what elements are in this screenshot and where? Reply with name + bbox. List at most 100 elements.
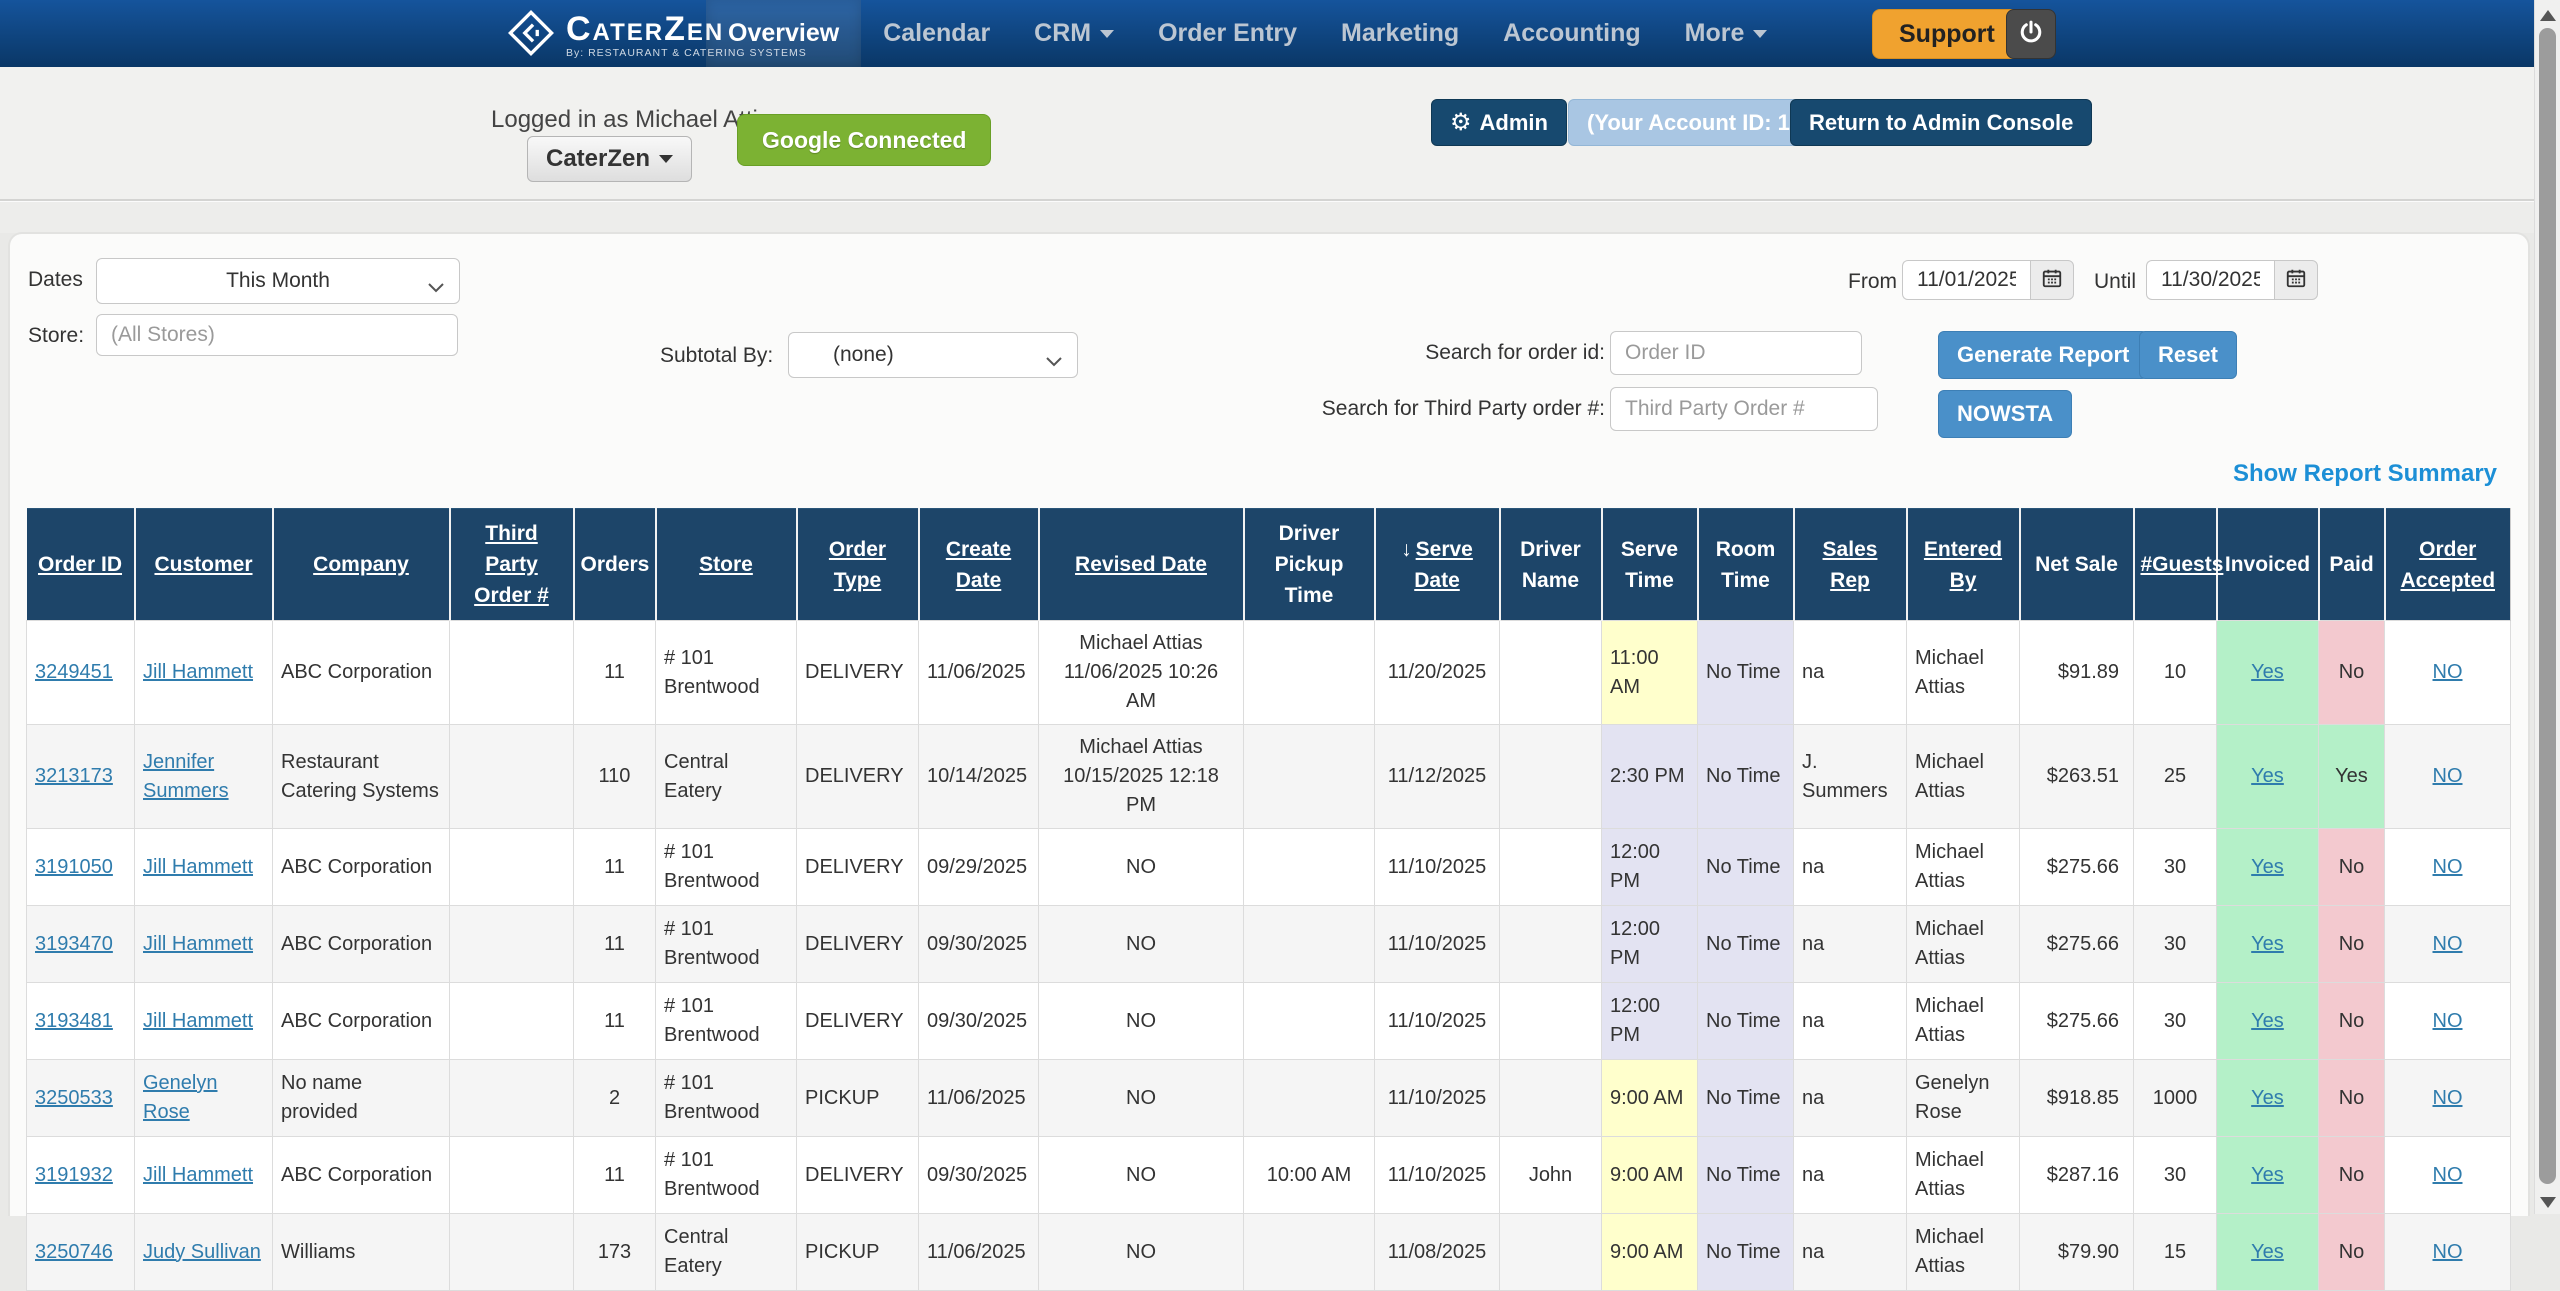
nav-item-accounting[interactable]: Accounting: [1481, 0, 1663, 67]
invoiced-link[interactable]: Yes: [2251, 1164, 2284, 1186]
sort-link-sales_rep[interactable]: Sales Rep: [1823, 538, 1878, 592]
nowsta-button[interactable]: NOWSTA: [1938, 390, 2072, 438]
cell-invoiced: Yes: [2217, 725, 2319, 829]
order-id-search-input[interactable]: [1610, 331, 1862, 375]
sort-desc-icon: ↓: [1401, 534, 1412, 565]
invoiced-link[interactable]: Yes: [2251, 1087, 2284, 1109]
order-id-link[interactable]: 3191050: [35, 856, 113, 878]
order-accepted-link[interactable]: NO: [2433, 1241, 2463, 1263]
show-report-summary-link[interactable]: Show Report Summary: [2233, 460, 2497, 488]
return-admin-console-button[interactable]: Return to Admin Console: [1790, 99, 2092, 146]
col-header-store[interactable]: Store: [656, 509, 797, 621]
order-accepted-link[interactable]: NO: [2433, 661, 2463, 683]
third-party-search-input[interactable]: [1610, 387, 1878, 431]
cell-create_date: 11/06/2025: [919, 1060, 1039, 1137]
sort-link-third_party[interactable]: Third Party Order #: [474, 522, 549, 607]
logout-power-button[interactable]: [2006, 9, 2056, 59]
order-accepted-link[interactable]: NO: [2433, 1164, 2463, 1186]
scroll-up-arrow-icon[interactable]: [2540, 10, 2556, 21]
order-accepted-link[interactable]: NO: [2433, 1087, 2463, 1109]
cell-order_id: 3213173: [27, 725, 135, 829]
order-id-link[interactable]: 3250533: [35, 1087, 113, 1109]
sort-link-accepted[interactable]: Order Accepted: [2400, 538, 2495, 592]
invoiced-link[interactable]: Yes: [2251, 661, 2284, 683]
sort-link-store[interactable]: Store: [699, 553, 753, 576]
reset-button[interactable]: Reset: [2139, 331, 2237, 379]
nav-item-more[interactable]: More: [1663, 0, 1790, 67]
order-accepted-link[interactable]: NO: [2433, 856, 2463, 878]
nav-item-order-entry[interactable]: Order Entry: [1136, 0, 1319, 67]
until-date-input[interactable]: [2146, 260, 2274, 300]
nav-item-overview[interactable]: Overview: [706, 0, 861, 67]
scroll-down-arrow-icon[interactable]: [2540, 1197, 2556, 1208]
col-header-guests[interactable]: #Guests: [2134, 509, 2217, 621]
col-header-third_party[interactable]: Third Party Order #: [450, 509, 574, 621]
customer-link[interactable]: Jill Hammett: [143, 661, 253, 683]
sort-link-guests[interactable]: #Guests: [2141, 553, 2224, 576]
cell-create_date: 09/29/2025: [919, 829, 1039, 906]
cell-third_party: [450, 829, 574, 906]
order-id-link[interactable]: 3191932: [35, 1164, 113, 1186]
sort-link-customer[interactable]: Customer: [154, 553, 252, 576]
invoiced-link[interactable]: Yes: [2251, 1010, 2284, 1032]
col-header-order_id[interactable]: Order ID: [27, 509, 135, 621]
store-input[interactable]: [96, 314, 458, 356]
dates-select[interactable]: This Month: [96, 258, 460, 304]
col-header-revised[interactable]: Revised Date: [1039, 509, 1244, 621]
cell-paid: Yes: [2319, 725, 2385, 829]
invoiced-link[interactable]: Yes: [2251, 1241, 2284, 1263]
sort-link-company[interactable]: Company: [313, 553, 409, 576]
col-header-serve_date[interactable]: ↓Serve Date: [1375, 509, 1500, 621]
subtotal-by-select[interactable]: (none): [788, 332, 1078, 378]
col-header-order_type[interactable]: Order Type: [797, 509, 919, 621]
sort-link-entered_by[interactable]: Entered By: [1924, 538, 2002, 592]
caterzen-dropdown-button[interactable]: CaterZen: [527, 136, 692, 182]
col-header-sales_rep[interactable]: Sales Rep: [1794, 509, 1907, 621]
cell-create_date: 11/06/2025: [919, 1214, 1039, 1291]
from-calendar-button[interactable]: [2030, 260, 2074, 300]
cell-create_date: 10/14/2025: [919, 725, 1039, 829]
order-accepted-link[interactable]: NO: [2433, 765, 2463, 787]
customer-link[interactable]: Judy Sullivan: [143, 1241, 261, 1263]
col-header-customer[interactable]: Customer: [135, 509, 273, 621]
sort-link-serve_date[interactable]: Serve Date: [1414, 538, 1473, 592]
nav-item-marketing[interactable]: Marketing: [1319, 0, 1481, 67]
customer-link[interactable]: Jill Hammett: [143, 1164, 253, 1186]
cell-orders: 11: [574, 829, 656, 906]
customer-link[interactable]: Jill Hammett: [143, 933, 253, 955]
nav-menu: Overview Calendar CRM Order Entry Market…: [706, 0, 1789, 67]
col-header-create_date[interactable]: Create Date: [919, 509, 1039, 621]
order-id-link[interactable]: 3193470: [35, 933, 113, 955]
order-accepted-link[interactable]: NO: [2433, 933, 2463, 955]
order-id-link[interactable]: 3250746: [35, 1241, 113, 1263]
col-header-entered_by[interactable]: Entered By: [1907, 509, 2020, 621]
admin-button[interactable]: ⚙ Admin: [1431, 99, 1567, 146]
sort-link-order_type[interactable]: Order Type: [829, 538, 886, 592]
support-button[interactable]: Support: [1872, 9, 2022, 59]
nav-item-crm[interactable]: CRM: [1012, 0, 1136, 67]
until-calendar-button[interactable]: [2274, 260, 2318, 300]
sort-link-create_date[interactable]: Create Date: [946, 538, 1011, 592]
scrollbar-thumb[interactable]: [2539, 28, 2556, 1184]
invoiced-link[interactable]: Yes: [2251, 856, 2284, 878]
customer-link[interactable]: Jill Hammett: [143, 1010, 253, 1032]
order-id-link[interactable]: 3193481: [35, 1010, 113, 1032]
customer-link[interactable]: Jennifer Summers: [143, 751, 229, 802]
order-id-link[interactable]: 3249451: [35, 661, 113, 683]
order-accepted-link[interactable]: NO: [2433, 1010, 2463, 1032]
nav-item-calendar[interactable]: Calendar: [861, 0, 1012, 67]
invoiced-link[interactable]: Yes: [2251, 933, 2284, 955]
vertical-scrollbar[interactable]: [2534, 0, 2560, 1214]
order-id-link[interactable]: 3213173: [35, 765, 113, 787]
customer-link[interactable]: Jill Hammett: [143, 856, 253, 878]
from-date-input[interactable]: [1902, 260, 2030, 300]
col-header-company[interactable]: Company: [273, 509, 450, 621]
col-header-accepted[interactable]: Order Accepted: [2385, 509, 2511, 621]
cell-guests: 1000: [2134, 1060, 2217, 1137]
google-connected-button[interactable]: Google Connected: [737, 114, 991, 166]
sort-link-revised[interactable]: Revised Date: [1075, 553, 1207, 576]
sort-link-order_id[interactable]: Order ID: [38, 553, 122, 576]
generate-report-button[interactable]: Generate Report: [1938, 331, 2148, 379]
customer-link[interactable]: Genelyn Rose: [143, 1072, 218, 1123]
invoiced-link[interactable]: Yes: [2251, 765, 2284, 787]
